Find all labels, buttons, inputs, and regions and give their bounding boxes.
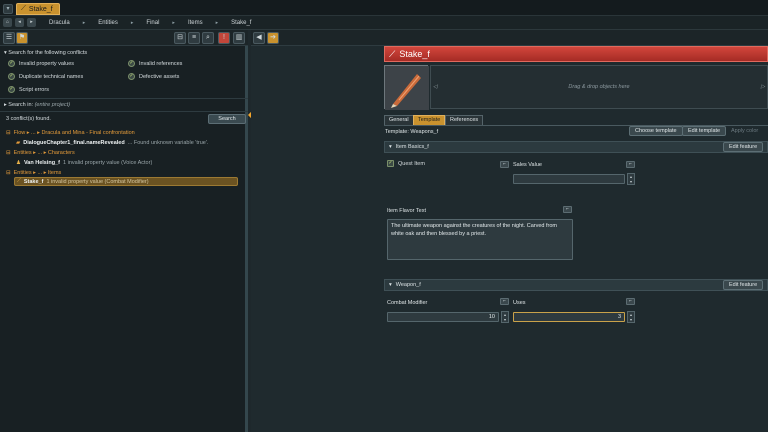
result-item-dialogue[interactable]: ▰ DialogueChapter1_final.nameRevealed ..… xyxy=(16,138,208,147)
chevron-right-icon: ▸ xyxy=(172,19,175,26)
breadcrumb-item[interactable]: Entities xyxy=(88,20,128,26)
tree-view-icon[interactable]: ☰ xyxy=(3,32,15,44)
result-group-items[interactable]: ⊟ Entities ▸ ... ▸ Items xyxy=(6,168,61,177)
back-button[interactable]: ◂ xyxy=(15,18,24,27)
check-icon[interactable]: ✓ xyxy=(128,60,135,67)
choose-template-button[interactable]: Choose template xyxy=(629,126,683,136)
character-icon: ♟ xyxy=(16,159,21,166)
result-group-flow[interactable]: ⊟ Flow ▸ ... ▸ Dracula and Mina - Final c… xyxy=(6,128,135,137)
quest-item-checkbox[interactable]: ✓ Quest Item xyxy=(387,160,425,167)
check-icon[interactable]: ✓ xyxy=(128,73,135,80)
result-count: 3 conflict(s) found. xyxy=(6,116,51,122)
tab-general[interactable]: General xyxy=(384,115,414,125)
property-menu-icon[interactable]: ⌐ xyxy=(626,298,635,305)
outline-icon[interactable]: ⊟ xyxy=(174,32,186,44)
tab-menu-button[interactable]: ▾ xyxy=(3,4,13,14)
right-toolbar: ◀ ➔ xyxy=(251,30,768,46)
navigate-icon[interactable]: ➔ xyxy=(267,32,279,44)
check-icon[interactable]: ✓ xyxy=(387,160,394,167)
option-defective-assets[interactable]: ✓ Defective assets xyxy=(128,73,179,80)
property-menu-icon[interactable]: ⌐ xyxy=(500,298,509,305)
object-title-bar: ⟋ Stake_f xyxy=(384,46,768,62)
template-label: Template: Weapons_f xyxy=(385,129,439,135)
object-thumbnail[interactable] xyxy=(384,65,429,110)
flavor-text-label: Item Flavor Text xyxy=(387,208,427,214)
chevron-right-icon: ▸ xyxy=(130,19,134,26)
sales-value-field[interactable] xyxy=(513,174,625,184)
combat-modifier-field[interactable]: 10 xyxy=(387,312,499,322)
divider xyxy=(0,111,248,112)
search-icon[interactable]: ⌕ xyxy=(202,32,214,44)
tab-stake[interactable]: ⟋ Stake_f xyxy=(16,3,60,15)
feature-weapon-header[interactable]: ▾ Weapon_f xyxy=(384,279,768,291)
combat-modifier-stepper[interactable]: ▴ ▾ xyxy=(501,311,509,323)
collapse-arrow-icon[interactable]: ▾ xyxy=(389,144,392,150)
dialogue-icon: ▰ xyxy=(16,139,21,146)
filter-icon[interactable]: ⚑ xyxy=(16,32,28,44)
result-item-stake[interactable]: ⟋ Stake_f 1 invalid property value (Comb… xyxy=(14,177,238,186)
search-in-row[interactable]: ▸ Search in: (entire project) xyxy=(4,102,70,108)
option-script-errors[interactable]: ✓ Script errors xyxy=(8,86,49,93)
edit-template-button[interactable]: Edit template xyxy=(682,126,727,136)
tab-template[interactable]: Template xyxy=(413,115,446,125)
tab-label: Stake_f xyxy=(28,5,53,13)
apply-color-button: Apply color xyxy=(731,128,759,134)
divider xyxy=(0,98,248,99)
breadcrumb-item[interactable]: Dracula xyxy=(39,20,80,26)
option-invalid-references[interactable]: ✓ Invalid references xyxy=(128,60,182,67)
tab-references[interactable]: References xyxy=(445,115,484,125)
uses-field[interactable]: 3 xyxy=(513,312,625,322)
breadcrumb-bar: ⌂ ◂ ▸ Dracula ▸ Entities ▸ Final ▸ Items… xyxy=(0,16,768,30)
check-icon[interactable]: ✓ xyxy=(8,86,15,93)
conflict-search-pane: ☰ ⚑ ⊟ ≡ ⌕ ! ▥ ▾ Search for the following… xyxy=(0,30,248,432)
uses-label: Uses xyxy=(513,300,526,306)
option-duplicate-technical-names[interactable]: ✓ Duplicate technical names xyxy=(8,73,83,80)
scroll-left-icon[interactable]: ◁ xyxy=(433,66,437,108)
chevron-right-icon: ▸ xyxy=(215,19,219,26)
speaker-icon[interactable]: ◀ xyxy=(253,32,265,44)
conflicts-icon[interactable]: ! xyxy=(218,32,230,44)
stake-image-icon xyxy=(385,66,429,110)
breadcrumb-item[interactable]: Items xyxy=(178,20,213,26)
result-item-van-helsing[interactable]: ♟ Van Helsing_f 1 invalid property value… xyxy=(16,158,152,167)
feature-item-basics-header[interactable]: ▾ Item Basics_f xyxy=(384,141,768,153)
property-menu-icon[interactable]: ⌐ xyxy=(626,161,635,168)
property-menu-icon[interactable]: ⌐ xyxy=(563,206,572,213)
edit-feature-button[interactable]: Edit feature xyxy=(723,142,764,152)
combat-modifier-label: Combat Modifier xyxy=(387,300,428,306)
property-menu-icon[interactable]: ⌐ xyxy=(500,161,509,168)
flavor-text-area[interactable]: The ultimate weapon against the creature… xyxy=(387,219,573,260)
left-toolbar: ☰ ⚑ ⊟ ≡ ⌕ ! ▥ xyxy=(0,30,248,46)
option-invalid-property-values[interactable]: ✓ Invalid property values xyxy=(8,60,74,67)
stake-icon: ⟋ xyxy=(21,5,26,12)
collapse-icon[interactable]: ⊟ xyxy=(6,130,11,136)
search-button[interactable]: Search xyxy=(208,114,246,124)
breadcrumb-item[interactable]: Stake_f xyxy=(221,20,261,26)
collapse-icon[interactable]: ⊟ xyxy=(6,150,11,156)
scroll-right-icon[interactable]: ▷ xyxy=(761,66,765,108)
breadcrumb-item[interactable]: Final xyxy=(136,20,169,26)
trash-icon[interactable]: ▥ xyxy=(233,32,245,44)
check-icon[interactable]: ✓ xyxy=(8,73,15,80)
stake-icon: ⟋ xyxy=(389,48,396,59)
list-icon[interactable]: ≡ xyxy=(188,32,200,44)
result-group-characters[interactable]: ⊟ Entities ▸ ... ▸ Characters xyxy=(6,148,75,157)
document-tab-bar: ▾ ⟋ Stake_f xyxy=(0,0,768,16)
search-conflicts-header: ▾ Search for the following conflicts xyxy=(4,50,88,56)
sales-value-label: Sales Value xyxy=(513,162,542,168)
stake-icon: ⟋ xyxy=(17,178,21,184)
drop-zone[interactable]: ◁ Drag & drop objects here ▷ xyxy=(430,65,768,109)
collapse-arrow-icon[interactable]: ▾ xyxy=(389,282,392,288)
forward-button[interactable]: ▸ xyxy=(27,18,36,27)
collapse-icon[interactable]: ⊟ xyxy=(6,170,11,176)
object-title[interactable]: Stake_f xyxy=(399,49,430,59)
check-icon[interactable]: ✓ xyxy=(8,60,15,67)
home-icon[interactable]: ⌂ xyxy=(3,18,12,27)
sales-value-stepper[interactable]: ▴ ▾ xyxy=(627,173,635,185)
chevron-right-icon: ▸ xyxy=(82,19,86,26)
object-editor-pane: ◀ ➔ ⟋ Stake_f ◁ Drag & drop objects here… xyxy=(251,30,768,432)
uses-stepper[interactable]: ▴ ▾ xyxy=(627,311,635,323)
edit-feature-button[interactable]: Edit feature xyxy=(723,280,764,290)
